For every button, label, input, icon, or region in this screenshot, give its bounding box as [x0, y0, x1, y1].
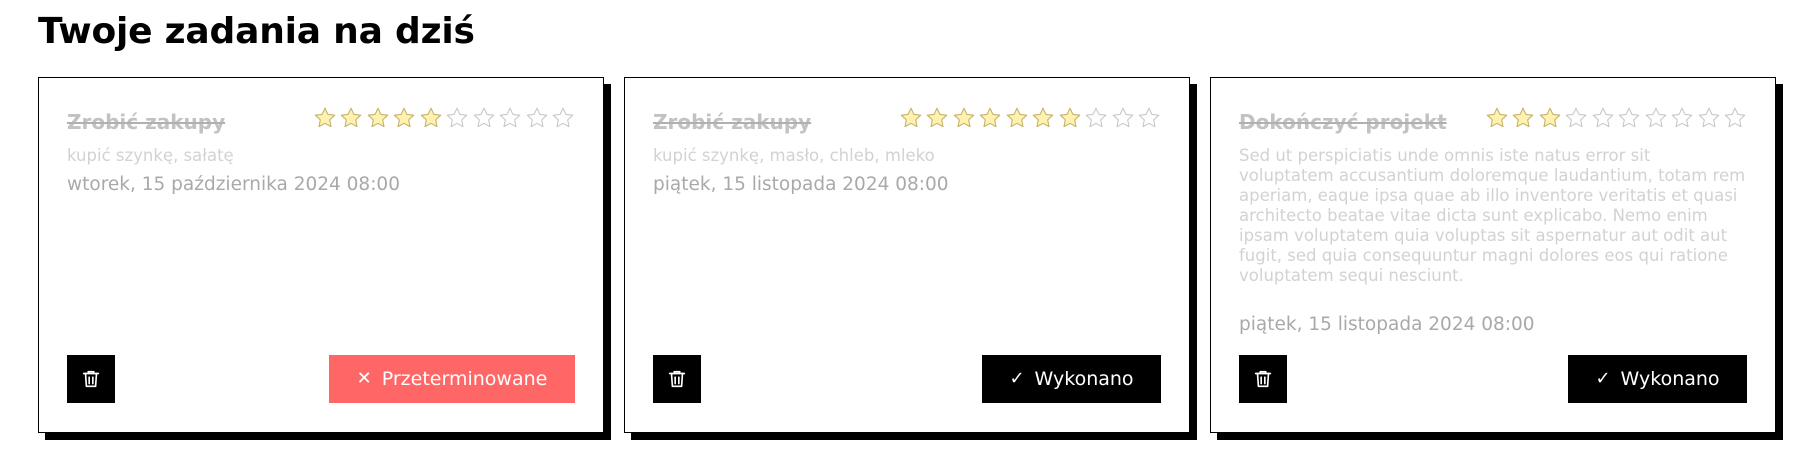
status-label: Wykonano	[1620, 368, 1720, 390]
star-filled-icon[interactable]	[1511, 106, 1535, 130]
star-empty-icon[interactable]	[1644, 106, 1668, 130]
page: Twoje zadania na dziś Zrobić zakupy kupi…	[0, 0, 1795, 463]
star-filled-icon[interactable]	[419, 106, 443, 130]
star-filled-icon[interactable]	[392, 106, 416, 130]
star-empty-icon[interactable]	[551, 106, 575, 130]
task-description: kupić szynkę, masło, chleb, mleko	[653, 146, 935, 165]
star-filled-icon[interactable]	[899, 106, 923, 130]
star-empty-icon[interactable]	[1084, 106, 1108, 130]
task-card: Dokończyć projekt Sed ut perspiciatis un…	[1210, 77, 1776, 433]
star-filled-icon[interactable]	[978, 106, 1002, 130]
star-rating[interactable]	[313, 106, 576, 130]
trash-icon	[666, 368, 688, 390]
star-empty-icon[interactable]	[1617, 106, 1641, 130]
star-rating[interactable]	[1485, 106, 1748, 130]
status-label: Przeterminowane	[381, 368, 548, 390]
task-date: wtorek, 15 października 2024 08:00	[67, 174, 400, 195]
star-empty-icon[interactable]	[1591, 106, 1615, 130]
close-icon: ✕	[356, 368, 372, 389]
star-empty-icon[interactable]	[445, 106, 469, 130]
star-empty-icon[interactable]	[472, 106, 496, 130]
task-card: Zrobić zakupy kupić szynkę, masło, chleb…	[624, 77, 1190, 433]
task-title: Zrobić zakupy	[653, 110, 812, 134]
star-filled-icon[interactable]	[925, 106, 949, 130]
star-empty-icon[interactable]	[525, 106, 549, 130]
task-title: Zrobić zakupy	[67, 110, 226, 134]
star-filled-icon[interactable]	[1485, 106, 1509, 130]
status-button[interactable]: ✓ Wykonano	[1568, 355, 1747, 403]
task-date: piątek, 15 listopada 2024 08:00	[653, 174, 949, 195]
star-filled-icon[interactable]	[952, 106, 976, 130]
star-filled-icon[interactable]	[1005, 106, 1029, 130]
task-card-header: Zrobić zakupy	[653, 106, 1161, 136]
task-date: piątek, 15 listopada 2024 08:00	[1239, 314, 1535, 335]
star-empty-icon[interactable]	[1697, 106, 1721, 130]
star-filled-icon[interactable]	[1058, 106, 1082, 130]
delete-button[interactable]	[1239, 355, 1287, 403]
checkmark-icon: ✓	[1009, 368, 1025, 389]
checkmark-icon: ✓	[1595, 368, 1611, 389]
trash-icon	[1252, 368, 1274, 390]
star-empty-icon[interactable]	[1111, 106, 1135, 130]
task-title: Dokończyć projekt	[1239, 110, 1447, 134]
trash-icon	[80, 368, 102, 390]
status-button[interactable]: ✓ Wykonano	[982, 355, 1161, 403]
page-title: Twoje zadania na dziś	[38, 11, 475, 52]
star-filled-icon[interactable]	[1538, 106, 1562, 130]
star-filled-icon[interactable]	[1031, 106, 1055, 130]
status-label: Wykonano	[1034, 368, 1134, 390]
task-list: Zrobić zakupy kupić szynkę, sałatę wtore…	[38, 77, 1776, 433]
star-empty-icon[interactable]	[1723, 106, 1747, 130]
star-empty-icon[interactable]	[498, 106, 522, 130]
star-empty-icon[interactable]	[1137, 106, 1161, 130]
star-rating[interactable]	[899, 106, 1162, 130]
task-description: kupić szynkę, sałatę	[67, 146, 234, 165]
status-button[interactable]: ✕ Przeterminowane	[329, 355, 575, 403]
star-filled-icon[interactable]	[366, 106, 390, 130]
star-empty-icon[interactable]	[1670, 106, 1694, 130]
delete-button[interactable]	[67, 355, 115, 403]
star-filled-icon[interactable]	[313, 106, 337, 130]
star-filled-icon[interactable]	[339, 106, 363, 130]
star-empty-icon[interactable]	[1564, 106, 1588, 130]
delete-button[interactable]	[653, 355, 701, 403]
task-card-header: Dokończyć projekt	[1239, 106, 1747, 136]
task-card-header: Zrobić zakupy	[67, 106, 575, 136]
task-description: Sed ut perspiciatis unde omnis iste natu…	[1239, 146, 1746, 285]
task-card: Zrobić zakupy kupić szynkę, sałatę wtore…	[38, 77, 604, 433]
